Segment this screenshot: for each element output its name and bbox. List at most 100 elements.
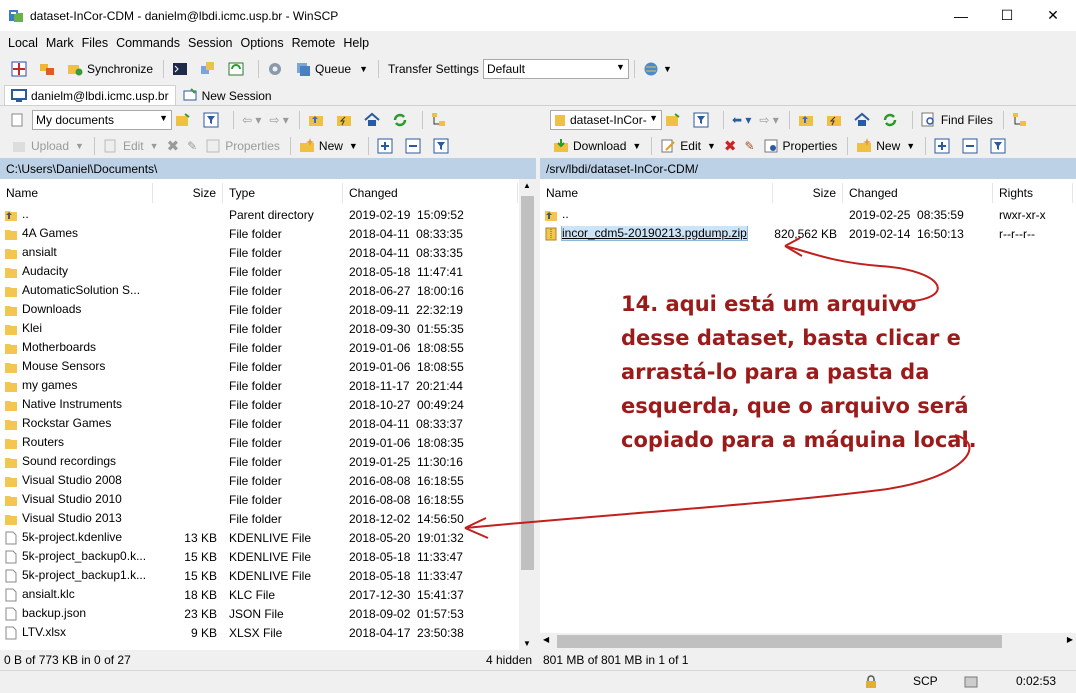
left-location-select[interactable]: My documents ▼ xyxy=(32,110,172,130)
left-file-row[interactable]: my games File folder 2018-11-17 20:21:44 xyxy=(0,376,519,395)
left-file-row[interactable]: Mouse Sensors File folder 2019-01-06 18:08… xyxy=(0,357,519,376)
left-file-row[interactable]: Rockstar Games File folder 2018-04-11 08:3… xyxy=(0,414,519,433)
left-file-row[interactable]: AutomaticSolution S... File folder 2018-06… xyxy=(0,281,519,300)
right-forward-button[interactable]: ⇨ ▾ xyxy=(756,109,781,131)
left-file-row[interactable]: Visual Studio 2010 File folder 2016-08-08 … xyxy=(0,490,519,509)
right-file-row[interactable]: .. 2019-02-25 08:35:59 rwxr-xr-x xyxy=(540,205,1076,224)
left-file-row[interactable]: 5k-project_backup0.k... 15 KB KDENLIVE Fil… xyxy=(0,547,519,566)
right-location-select[interactable]: dataset-InCor- ▼ xyxy=(550,110,662,130)
refresh-sessions-button[interactable] xyxy=(225,58,251,80)
menu-help[interactable]: Help xyxy=(343,33,369,53)
right-header-rights[interactable]: Rights xyxy=(993,183,1073,203)
maximize-button[interactable]: ☐ xyxy=(984,0,1030,31)
right-header-size[interactable]: Size xyxy=(773,183,843,203)
right-root-dir-button[interactable] xyxy=(823,109,849,131)
menu-mark[interactable]: Mark xyxy=(46,33,74,53)
menu-files[interactable]: Files xyxy=(82,33,108,53)
left-file-row[interactable]: backup.json 23 KB JSON File 2018-09-02 01:5… xyxy=(0,604,519,623)
menu-options[interactable]: Options xyxy=(240,33,283,53)
left-root-dir-button[interactable] xyxy=(333,109,359,131)
right-properties-button[interactable]: Properties xyxy=(760,135,841,157)
compare-dirs-button[interactable] xyxy=(8,58,34,80)
left-file-row[interactable]: ansialt File folder 2018-04-11 08:33:35 xyxy=(0,243,519,262)
right-back-button[interactable]: ⬅ ▾ xyxy=(729,109,754,131)
left-file-row[interactable]: Downloads File folder 2018-09-11 22:32:19 xyxy=(0,300,519,319)
left-path-bar[interactable]: C:\Users\Daniel\Documents\ xyxy=(0,158,536,179)
left-file-row[interactable]: Sound recordings File folder 2019-01-25 11… xyxy=(0,452,519,471)
menu-remote[interactable]: Remote xyxy=(292,33,336,53)
left-properties-button[interactable]: Properties xyxy=(202,135,283,157)
left-refresh-button[interactable] xyxy=(389,109,415,131)
left-file-row[interactable]: Motherboards File folder 2019-01-06 18:08:… xyxy=(0,338,519,357)
close-button[interactable]: ✕ xyxy=(1030,0,1076,31)
left-select-all-button[interactable] xyxy=(374,135,400,157)
left-filter-select-button[interactable] xyxy=(430,135,456,157)
left-unselect-button[interactable] xyxy=(402,135,428,157)
left-file-row[interactable]: Visual Studio 2013 File folder 2018-12-02 … xyxy=(0,509,519,528)
console-button[interactable] xyxy=(169,58,195,80)
right-select-all-button[interactable] xyxy=(931,135,957,157)
right-header-name[interactable]: Name xyxy=(540,183,773,203)
left-file-row[interactable]: .. Parent directory 2019-02-19 15:09:52 xyxy=(0,205,519,224)
left-scroll-thumb[interactable] xyxy=(521,196,534,570)
right-open-folder-button[interactable] xyxy=(662,109,688,131)
right-delete-button[interactable]: ✖ xyxy=(721,135,740,157)
upload-button[interactable]: Upload ▼ xyxy=(8,135,87,157)
right-filter-button[interactable] xyxy=(690,109,716,131)
right-unselect-button[interactable] xyxy=(959,135,985,157)
left-delete-button[interactable]: ✖ xyxy=(164,135,183,157)
queue-button[interactable]: Queue ▼ xyxy=(292,58,371,80)
right-refresh-button[interactable] xyxy=(879,109,905,131)
left-file-row[interactable]: Audacity File folder 2018-05-18 11:47:41 xyxy=(0,262,519,281)
left-file-row[interactable]: ansialt.klc 18 KB KLC File 2017-12-30 15:41… xyxy=(0,585,519,604)
lock-icon[interactable] xyxy=(864,675,878,689)
left-new-button[interactable]: New ▼ xyxy=(296,135,361,157)
left-forward-button[interactable]: ⇨ ▾ xyxy=(266,109,291,131)
sessions-menu-button[interactable]: ▼ xyxy=(640,58,675,80)
right-parent-dir-button[interactable] xyxy=(795,109,821,131)
left-header-changed[interactable]: Changed xyxy=(343,183,518,203)
menu-commands[interactable]: Commands xyxy=(116,33,180,53)
menu-session[interactable]: Session xyxy=(188,33,232,53)
sync-browse-button[interactable] xyxy=(36,58,62,80)
right-tree-button[interactable] xyxy=(1009,109,1035,131)
right-path-bar[interactable]: /srv/lbdi/dataset-InCor-CDM/ xyxy=(540,158,1076,179)
left-back-button[interactable]: ⇦ ▾ xyxy=(239,109,264,131)
putty-button[interactable] xyxy=(197,58,223,80)
minimize-button[interactable]: — xyxy=(938,0,984,31)
left-drive-icon-button[interactable] xyxy=(8,109,30,131)
preferences-button[interactable] xyxy=(264,58,290,80)
tab-new-session[interactable]: New Session xyxy=(176,85,278,106)
right-rename-button[interactable]: ✎ xyxy=(741,135,757,157)
right-horizontal-scrollbar[interactable]: ◀ ▶ xyxy=(540,633,1076,650)
left-header-name[interactable]: Name xyxy=(0,183,153,203)
left-parent-dir-button[interactable] xyxy=(305,109,331,131)
synchronize-button[interactable]: Synchronize xyxy=(64,58,156,80)
transfer-settings-select[interactable]: Default ▼ xyxy=(482,59,629,79)
left-rename-button[interactable]: ✎ xyxy=(184,135,200,157)
left-file-row[interactable]: Klei File folder 2018-09-30 01:55:35 xyxy=(0,319,519,338)
right-home-button[interactable] xyxy=(851,109,877,131)
right-hscroll-thumb[interactable] xyxy=(557,635,1002,648)
download-button[interactable]: Download ▼ xyxy=(550,135,644,157)
left-vertical-scrollbar[interactable]: ▲ ▼ xyxy=(519,179,536,650)
left-edit-button[interactable]: Edit ▼ xyxy=(100,135,162,157)
find-files-button[interactable]: Find Files xyxy=(918,109,996,131)
right-new-button[interactable]: New ▼ xyxy=(853,135,918,157)
right-file-row[interactable]: incor_cdm5-20190213.pgdump.zip 820,562 KB… xyxy=(540,224,1076,243)
left-open-folder-button[interactable] xyxy=(172,109,198,131)
left-file-row[interactable]: 5k-project_backup1.k... 15 KB KDENLIVE Fil… xyxy=(0,566,519,585)
tab-session[interactable]: danielm@lbdi.icmc.usp.br xyxy=(4,85,176,106)
left-file-row[interactable]: 4A Games File folder 2018-04-11 08:33:35 xyxy=(0,224,519,243)
hidden-files-count[interactable]: 4 hidden xyxy=(486,651,532,669)
left-header-type[interactable]: Type xyxy=(223,183,343,203)
left-tree-button[interactable] xyxy=(428,109,454,131)
right-edit-button[interactable]: Edit ▼ xyxy=(657,135,719,157)
left-file-row[interactable]: Routers File folder 2019-01-06 18:08:35 xyxy=(0,433,519,452)
left-file-row[interactable]: 5k-project.kdenlive 13 KB KDENLIVE File 201… xyxy=(0,528,519,547)
right-filter-select-button[interactable] xyxy=(987,135,1013,157)
left-file-row[interactable]: Native Instruments File folder 2018-10-27 … xyxy=(0,395,519,414)
right-header-changed[interactable]: Changed xyxy=(843,183,993,203)
left-file-row[interactable]: LTV.xlsx 9 KB XLSX File 2018-04-17 23:50:38 xyxy=(0,623,519,642)
left-home-button[interactable] xyxy=(361,109,387,131)
